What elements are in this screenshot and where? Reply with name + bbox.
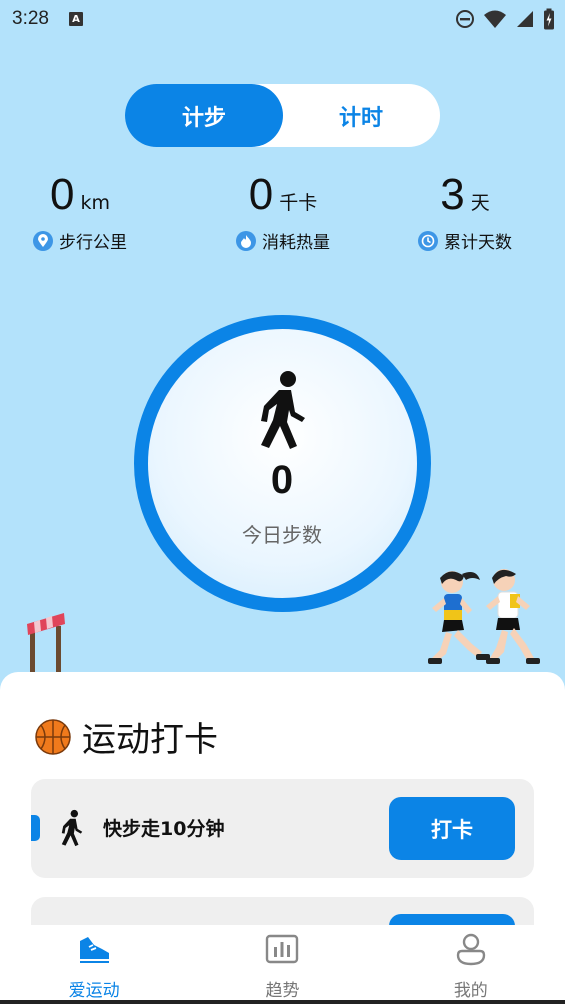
location-pin-icon <box>33 230 53 251</box>
stat-calories: 0 千卡 消耗热量 <box>193 170 373 253</box>
status-icons <box>455 8 555 30</box>
today-step-label: 今日步数 <box>242 523 322 547</box>
stat-distance-label-row: 步行公里 <box>0 228 170 253</box>
stat-distance-value: 0 <box>50 170 75 219</box>
stat-distance: 0 km 步行公里 <box>0 170 170 253</box>
task-marker <box>31 815 40 841</box>
today-step-count: 0 <box>270 458 294 502</box>
stat-distance-unit: km <box>80 192 110 214</box>
stat-calories-unit: 千卡 <box>279 192 318 214</box>
notification-a-icon: A <box>68 12 83 26</box>
bottom-nav: 爱运动 趋势 我的 <box>0 925 565 1004</box>
task-card: 快步走10分钟 打卡 <box>31 779 534 878</box>
sneaker-icon <box>80 937 110 963</box>
signal-icon <box>517 11 533 27</box>
nav-item-profile[interactable]: 我的 <box>377 925 565 1004</box>
stat-days-label-row: 累计天数 <box>375 228 555 253</box>
wifi-icon <box>484 10 506 28</box>
user-icon <box>456 933 486 966</box>
tab-timer[interactable]: 计时 <box>282 84 440 147</box>
home-indicator <box>0 1000 565 1004</box>
nav-label-profile: 我的 <box>453 981 488 1001</box>
stat-calories-label-row: 消耗热量 <box>193 228 373 253</box>
tab-step-count[interactable]: 计步 <box>125 84 283 147</box>
nav-item-sports[interactable]: 爱运动 <box>0 925 188 1004</box>
mode-toggle: 计步 计时 <box>125 84 440 147</box>
nav-label-trends: 趋势 <box>265 981 300 1001</box>
status-left: 3:28 A <box>12 8 83 30</box>
status-bar: 3:28 A <box>0 0 565 38</box>
battery-charging-icon <box>544 8 554 30</box>
checkin-title: 运动打卡 <box>82 720 218 760</box>
stat-days-value: 3 <box>440 170 465 219</box>
stat-days-value-row: 3 天 <box>375 170 555 222</box>
flame-icon <box>236 230 256 251</box>
checkin-header: 运动打卡 <box>34 712 218 761</box>
bar-chart-icon <box>266 934 299 964</box>
stat-days-label: 累计天数 <box>444 233 512 253</box>
clock-icon <box>418 230 438 251</box>
stat-calories-value-row: 0 千卡 <box>193 170 373 222</box>
stat-calories-label: 消耗热量 <box>262 233 330 253</box>
stat-calories-value: 0 <box>248 170 274 219</box>
checkin-button[interactable]: 打卡 <box>389 797 515 860</box>
walking-person-icon <box>61 809 83 847</box>
walking-person-icon <box>261 371 305 449</box>
stat-distance-label: 步行公里 <box>59 233 127 253</box>
status-time: 3:28 <box>12 8 49 29</box>
stat-days-unit: 天 <box>470 192 490 214</box>
hurdle-illustration <box>27 613 65 674</box>
basketball-icon <box>35 718 71 755</box>
stat-distance-value-row: 0 km <box>0 170 170 222</box>
nav-label-sports: 爱运动 <box>68 981 120 1001</box>
nav-item-trends[interactable]: 趋势 <box>188 925 376 1004</box>
task-label: 快步走10分钟 <box>103 818 225 840</box>
runners-illustration <box>428 569 540 664</box>
stat-days: 3 天 累计天数 <box>375 170 555 253</box>
dnd-icon <box>456 10 474 28</box>
